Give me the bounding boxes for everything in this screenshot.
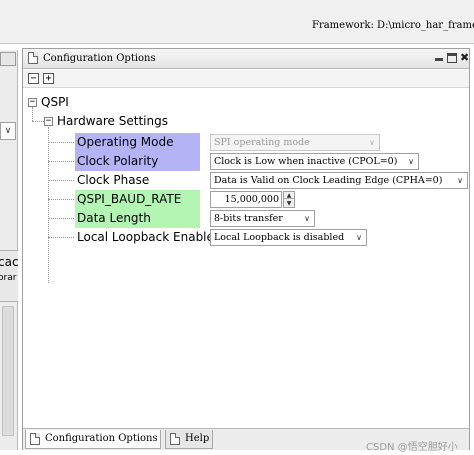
chevron-down-icon: ∨: [369, 138, 375, 147]
tree-line: [32, 121, 44, 122]
property-value-dropdown[interactable]: Data is Valid on Clock Leading Edge (CPH…: [210, 172, 468, 189]
tree-collapse-toggle-qspi[interactable]: −: [28, 98, 37, 107]
spinner-buttons: ▲ ▼: [283, 191, 295, 208]
property-value-text: 8-bits transfer: [214, 213, 283, 224]
collapse-all-button[interactable]: −: [28, 73, 39, 84]
left-panel-truncated-item[interactable]: cac orar: [0, 250, 18, 302]
document-icon: [28, 52, 38, 64]
left-panel-truncated-text: cac: [0, 255, 18, 269]
tree-node-hardware-settings[interactable]: Hardware Settings: [57, 114, 168, 128]
property-row: Operating Mode SPI operating mode ∨: [23, 133, 469, 152]
property-value-text: Clock is Low when inactive (CPOL=0): [214, 156, 398, 167]
chevron-down-icon[interactable]: ∨: [300, 211, 314, 226]
left-side-panel: ∨ cac orar: [0, 50, 18, 450]
document-icon: [170, 433, 180, 445]
chevron-down-icon[interactable]: ∨: [453, 173, 467, 188]
tab-configuration-options[interactable]: Configuration Options: [25, 430, 161, 449]
property-value-text: 15,000,000: [224, 194, 279, 205]
left-panel-truncated-subtext: orar: [0, 273, 17, 283]
configuration-tree: − QSPI − Hardware Settings Operating Mod…: [23, 89, 469, 429]
maximize-icon[interactable]: [447, 53, 457, 63]
property-name: Operating Mode: [75, 133, 200, 152]
panel-header: Configuration Options ✖: [23, 49, 469, 69]
configuration-options-panel: Configuration Options ✖ − + − QSPI − Har…: [22, 48, 470, 450]
property-row: Clock Phase Data is Valid on Clock Leadin…: [23, 171, 469, 190]
chevron-down-icon[interactable]: ∨: [352, 230, 366, 245]
property-value-text: Local Loopback is disabled: [214, 232, 345, 243]
property-row: QSPI_BAUD_RATE 15,000,000 ▲ ▼: [23, 190, 469, 209]
tree-line: [32, 107, 33, 121]
property-row: Local Loopback Enable Local Loopback is d…: [23, 228, 469, 247]
property-value-dropdown[interactable]: Local Loopback is disabled ∨: [210, 229, 367, 246]
chevron-down-icon[interactable]: ∨: [404, 154, 418, 169]
tab-help[interactable]: Help: [165, 430, 213, 449]
spin-down-icon[interactable]: ▼: [284, 200, 294, 207]
property-value-text: Data is Valid on Clock Leading Edge (CPH…: [214, 175, 443, 186]
tree-node-qspi[interactable]: QSPI: [41, 95, 69, 109]
close-icon[interactable]: ✖: [460, 51, 469, 65]
property-value-text: SPI operating mode: [214, 137, 310, 148]
property-name: Local Loopback Enable: [77, 230, 214, 244]
property-name: QSPI_BAUD_RATE: [75, 190, 200, 209]
property-row: Clock Polarity Clock is Low when inactive…: [23, 152, 469, 171]
framework-path-label: Framework: D:\micro_har_framewo: [312, 20, 474, 31]
property-value-spinner[interactable]: 15,000,000: [210, 191, 282, 208]
left-panel-tab[interactable]: [0, 52, 16, 66]
tab-label: Configuration Options: [45, 433, 158, 444]
panel-toolbar: − +: [23, 70, 469, 88]
document-icon: [30, 433, 40, 445]
property-name: Data Length: [75, 209, 200, 228]
spin-up-icon[interactable]: ▲: [284, 192, 294, 199]
expand-all-button[interactable]: +: [43, 73, 54, 84]
property-name: Clock Polarity: [75, 152, 200, 171]
minimize-icon[interactable]: [435, 58, 443, 61]
property-value-dropdown: SPI operating mode ∨: [210, 134, 380, 151]
tab-label: Help: [185, 433, 210, 444]
property-value-dropdown[interactable]: 8-bits transfer ∨: [210, 210, 315, 227]
property-row: Data Length 8-bits transfer ∨: [23, 209, 469, 228]
property-name: Clock Phase: [77, 173, 150, 187]
left-panel-scrollbar[interactable]: [2, 306, 14, 436]
property-value-dropdown[interactable]: Clock is Low when inactive (CPOL=0) ∨: [210, 153, 419, 170]
watermark: CSDN @悟空胆好小: [366, 442, 458, 453]
panel-title: Configuration Options: [43, 53, 156, 64]
top-strip: Framework: D:\micro_har_framewo: [0, 0, 474, 44]
tree-collapse-toggle-hardware-settings[interactable]: −: [44, 117, 53, 126]
left-panel-dropdown[interactable]: ∨: [0, 122, 16, 140]
